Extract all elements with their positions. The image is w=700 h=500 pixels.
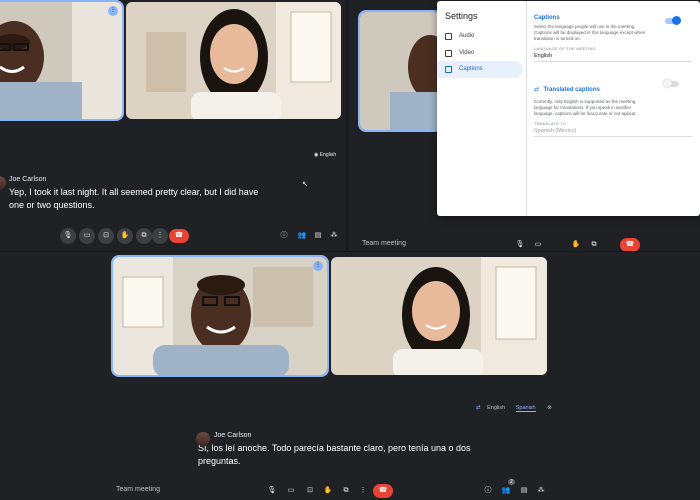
- settings-dialog: Settings Audio Video Captions Captions S…: [437, 1, 700, 216]
- translated-section-title: Translated captions: [543, 87, 600, 93]
- speaker-avatar: [196, 432, 210, 446]
- activities-button-3[interactable]: ⁂: [533, 483, 549, 499]
- people-button-3[interactable]: 👥: [498, 483, 514, 499]
- speaker-icon: [445, 33, 452, 40]
- translated-description: Currently, only English is supported as …: [534, 99, 637, 116]
- sidebar-item-captions[interactable]: Captions: [437, 61, 523, 78]
- meeting-language-select[interactable]: English: [534, 53, 692, 62]
- caption-language-chip[interactable]: ◉ English: [314, 152, 336, 158]
- participant-tile-woman[interactable]: [126, 2, 341, 119]
- panel-divider-horizontal: [0, 251, 700, 252]
- camera-button-3[interactable]: ▭: [283, 483, 299, 499]
- chat-button-3[interactable]: ▤: [516, 483, 532, 499]
- more-options-button[interactable]: ⋮: [152, 228, 168, 244]
- captions-toggle[interactable]: [665, 16, 681, 25]
- bottom-meeting-view: ⁝ ⇄ English Spanish ⊗ Joe Carlson Sí, lo…: [0, 252, 700, 500]
- close-translation-icon[interactable]: ⊗: [547, 405, 552, 411]
- end-call-button-2[interactable]: ☎: [620, 238, 640, 252]
- sidebar-item-label: Captions: [459, 66, 483, 72]
- sidebar-item-label: Video: [459, 50, 475, 56]
- mic-button-3[interactable]: 🎙: [264, 483, 280, 499]
- raise-hand-button[interactable]: ✋: [117, 228, 133, 244]
- end-call-button[interactable]: ☎: [169, 229, 189, 243]
- sidebar-item-video[interactable]: Video: [437, 45, 523, 62]
- captions-settings: Captions Select the language people will…: [534, 15, 692, 137]
- raise-hand-button-3[interactable]: ✋: [320, 483, 336, 499]
- translated-captions-toggle[interactable]: [663, 79, 679, 88]
- caption-block: Joe Carlson Yep, I took it last night. I…: [0, 176, 270, 212]
- participant-video-woman: [126, 2, 341, 119]
- translation-language-bar: ⇄ English Spanish ⊗: [476, 405, 552, 412]
- captions-button-3[interactable]: ⊡: [302, 483, 318, 499]
- info-button-3[interactable]: ⓘ: [480, 483, 496, 499]
- meeting-name: Team meeting: [116, 486, 160, 493]
- captions-icon: [445, 66, 452, 73]
- caption-text: Yep, I took it last night. It all seemed…: [9, 187, 259, 210]
- people-button[interactable]: 👥: [294, 228, 310, 244]
- target-language[interactable]: Spanish: [515, 405, 536, 412]
- top-left-meeting-view: ⁝ ◉ English Joe Carlson Yep, I took it l…: [0, 0, 345, 250]
- participant-video-man-3: [113, 257, 327, 375]
- meeting-name: Team meeting: [362, 240, 406, 247]
- source-language[interactable]: English: [487, 405, 505, 411]
- participant-video-man: [0, 2, 122, 119]
- camera-button[interactable]: ▭: [79, 228, 95, 244]
- participant-tile-man[interactable]: ⁝: [0, 0, 124, 121]
- participant-tile-woman-3[interactable]: [331, 257, 547, 375]
- sidebar-item-label: Audio: [459, 33, 475, 39]
- sidebar-item-audio[interactable]: Audio: [437, 28, 523, 45]
- caption-speaker-name: Joe Carlson: [9, 176, 47, 183]
- present-button-3[interactable]: ⧉: [338, 483, 354, 499]
- meeting-language-label: LANGUAGE OF THE MEETING: [534, 46, 596, 51]
- end-call-button-3[interactable]: ☎: [373, 484, 393, 498]
- participant-video-woman-3: [331, 257, 547, 375]
- translate-icon: ⇄: [534, 87, 540, 93]
- pin-icon[interactable]: ⁝: [313, 261, 323, 271]
- caption-speaker-name: Joe Carlson: [214, 432, 252, 439]
- mouse-cursor-icon: ↖: [302, 181, 308, 188]
- settings-divider: [526, 1, 527, 216]
- captions-description: Select the language people will use in t…: [534, 24, 646, 41]
- pin-icon[interactable]: ⁝: [108, 6, 118, 16]
- speaker-avatar: [0, 176, 6, 190]
- activities-button[interactable]: ⁂: [326, 228, 342, 244]
- caption-block-translated: Joe Carlson Sí, los leí anoche. Todo par…: [196, 432, 486, 468]
- present-button[interactable]: ⧉: [136, 228, 152, 244]
- more-options-button-3[interactable]: ⋮: [355, 483, 371, 499]
- translate-to-select[interactable]: Spanish (Mexico): [534, 128, 692, 137]
- translate-to-label: TRANSLATE TO: [534, 121, 567, 126]
- mic-button[interactable]: 🎙: [60, 228, 76, 244]
- caption-text-translated: Sí, los leí anoche. Todo parecía bastant…: [198, 443, 471, 466]
- participant-count-badge: 2: [508, 479, 515, 485]
- participant-video-man-2: [360, 12, 440, 130]
- caption-language-label: English: [319, 152, 337, 158]
- globe-icon: ◉: [314, 152, 319, 158]
- info-button[interactable]: ⓘ: [276, 228, 292, 244]
- settings-title: Settings: [445, 11, 478, 21]
- captions-button[interactable]: ⊡: [98, 228, 114, 244]
- chat-button[interactable]: ▤: [310, 228, 326, 244]
- translate-icon: ⇄: [476, 405, 481, 411]
- participant-tile-man-3[interactable]: ⁝: [111, 255, 329, 377]
- participant-tile-man-2[interactable]: [358, 10, 442, 132]
- camera-icon: [445, 50, 452, 57]
